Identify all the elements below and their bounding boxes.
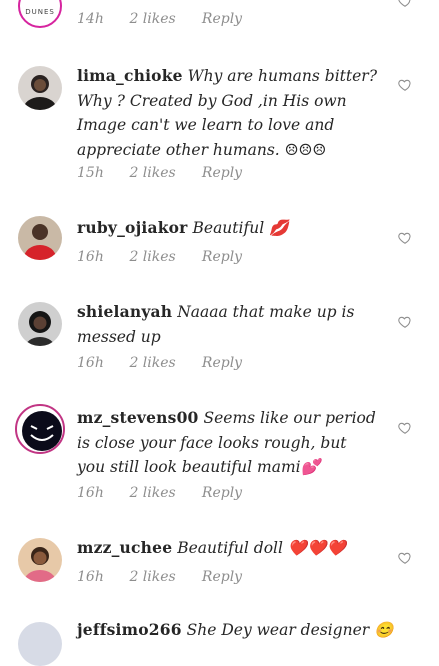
comment-meta: 16h 2 likes Reply [77, 569, 242, 585]
comment-meta: 16h 2 likes Reply [77, 485, 242, 501]
comment-body: She Dey wear designer 😊 [186, 621, 394, 639]
comment-time: 16h [77, 485, 104, 501]
comment-text: ruby_ojiakor Beautiful 💋 [77, 216, 377, 241]
comment-likes[interactable]: 2 likes [129, 355, 197, 371]
comment-meta: 15h 2 likes Reply [77, 165, 242, 181]
comment-text: mz_stevens00 Seems like our period is cl… [77, 406, 377, 480]
comment-meta: 16h 2 likes Reply [77, 355, 242, 371]
avatar[interactable]: DUNES [18, 0, 62, 28]
comment-username[interactable]: mz_stevens00 [77, 408, 199, 427]
heart-outline-icon[interactable] [398, 315, 412, 329]
comment-username[interactable]: ruby_ojiakor [77, 218, 188, 237]
reply-button[interactable]: Reply [202, 165, 242, 181]
comment-likes[interactable]: 2 likes [129, 249, 197, 265]
heart-outline-icon[interactable] [398, 421, 412, 435]
comment-text: shielanyah Naaaa that make up is messed … [77, 300, 377, 349]
comment-time: 16h [77, 249, 104, 265]
avatar[interactable] [18, 538, 62, 582]
avatar-brand-text: DUNES [25, 8, 55, 16]
avatar[interactable] [15, 404, 65, 454]
comment-username[interactable]: jeffsimo266 [77, 620, 182, 639]
heart-outline-icon[interactable] [398, 551, 412, 565]
comment-text: mzz_uchee Beautiful doll ❤️❤️❤️ [77, 536, 377, 561]
comment-username[interactable]: lima_chioke [77, 66, 183, 85]
reply-button[interactable]: Reply [202, 485, 242, 501]
reply-button[interactable]: Reply [202, 11, 242, 27]
heart-outline-icon[interactable] [398, 78, 412, 92]
comment-likes[interactable]: 2 likes [129, 485, 197, 501]
avatar[interactable] [18, 66, 62, 110]
heart-outline-icon[interactable] [398, 231, 412, 245]
comment-likes[interactable]: 2 likes [129, 165, 197, 181]
comment-time: 16h [77, 569, 104, 585]
comment-time: 15h [77, 165, 104, 181]
comment-likes[interactable]: 2 likes [129, 569, 197, 585]
avatar[interactable] [18, 302, 62, 346]
comment-username[interactable]: mzz_uchee [77, 538, 172, 557]
comment-text: jeffsimo266 She Dey wear designer 😊 [77, 618, 397, 643]
comment-likes[interactable]: 2 likes [129, 11, 197, 27]
comment-time: 14h [77, 11, 104, 27]
comment-username[interactable]: shielanyah [77, 302, 172, 321]
comment-meta: 14h 2 likes Reply [77, 11, 242, 27]
avatar[interactable] [18, 216, 62, 260]
comment-body: Beautiful doll ❤️❤️❤️ [177, 539, 346, 557]
reply-button[interactable]: Reply [202, 569, 242, 585]
comment-meta: 16h 2 likes Reply [77, 249, 242, 265]
comment-text: lima_chioke Why are humans bitter? Why ?… [77, 64, 377, 162]
reply-button[interactable]: Reply [202, 249, 242, 265]
avatar[interactable] [18, 622, 62, 666]
comment-time: 16h [77, 355, 104, 371]
reply-button[interactable]: Reply [202, 355, 242, 371]
comment-body: Beautiful 💋 [192, 219, 289, 237]
heart-outline-icon[interactable] [398, 0, 412, 8]
